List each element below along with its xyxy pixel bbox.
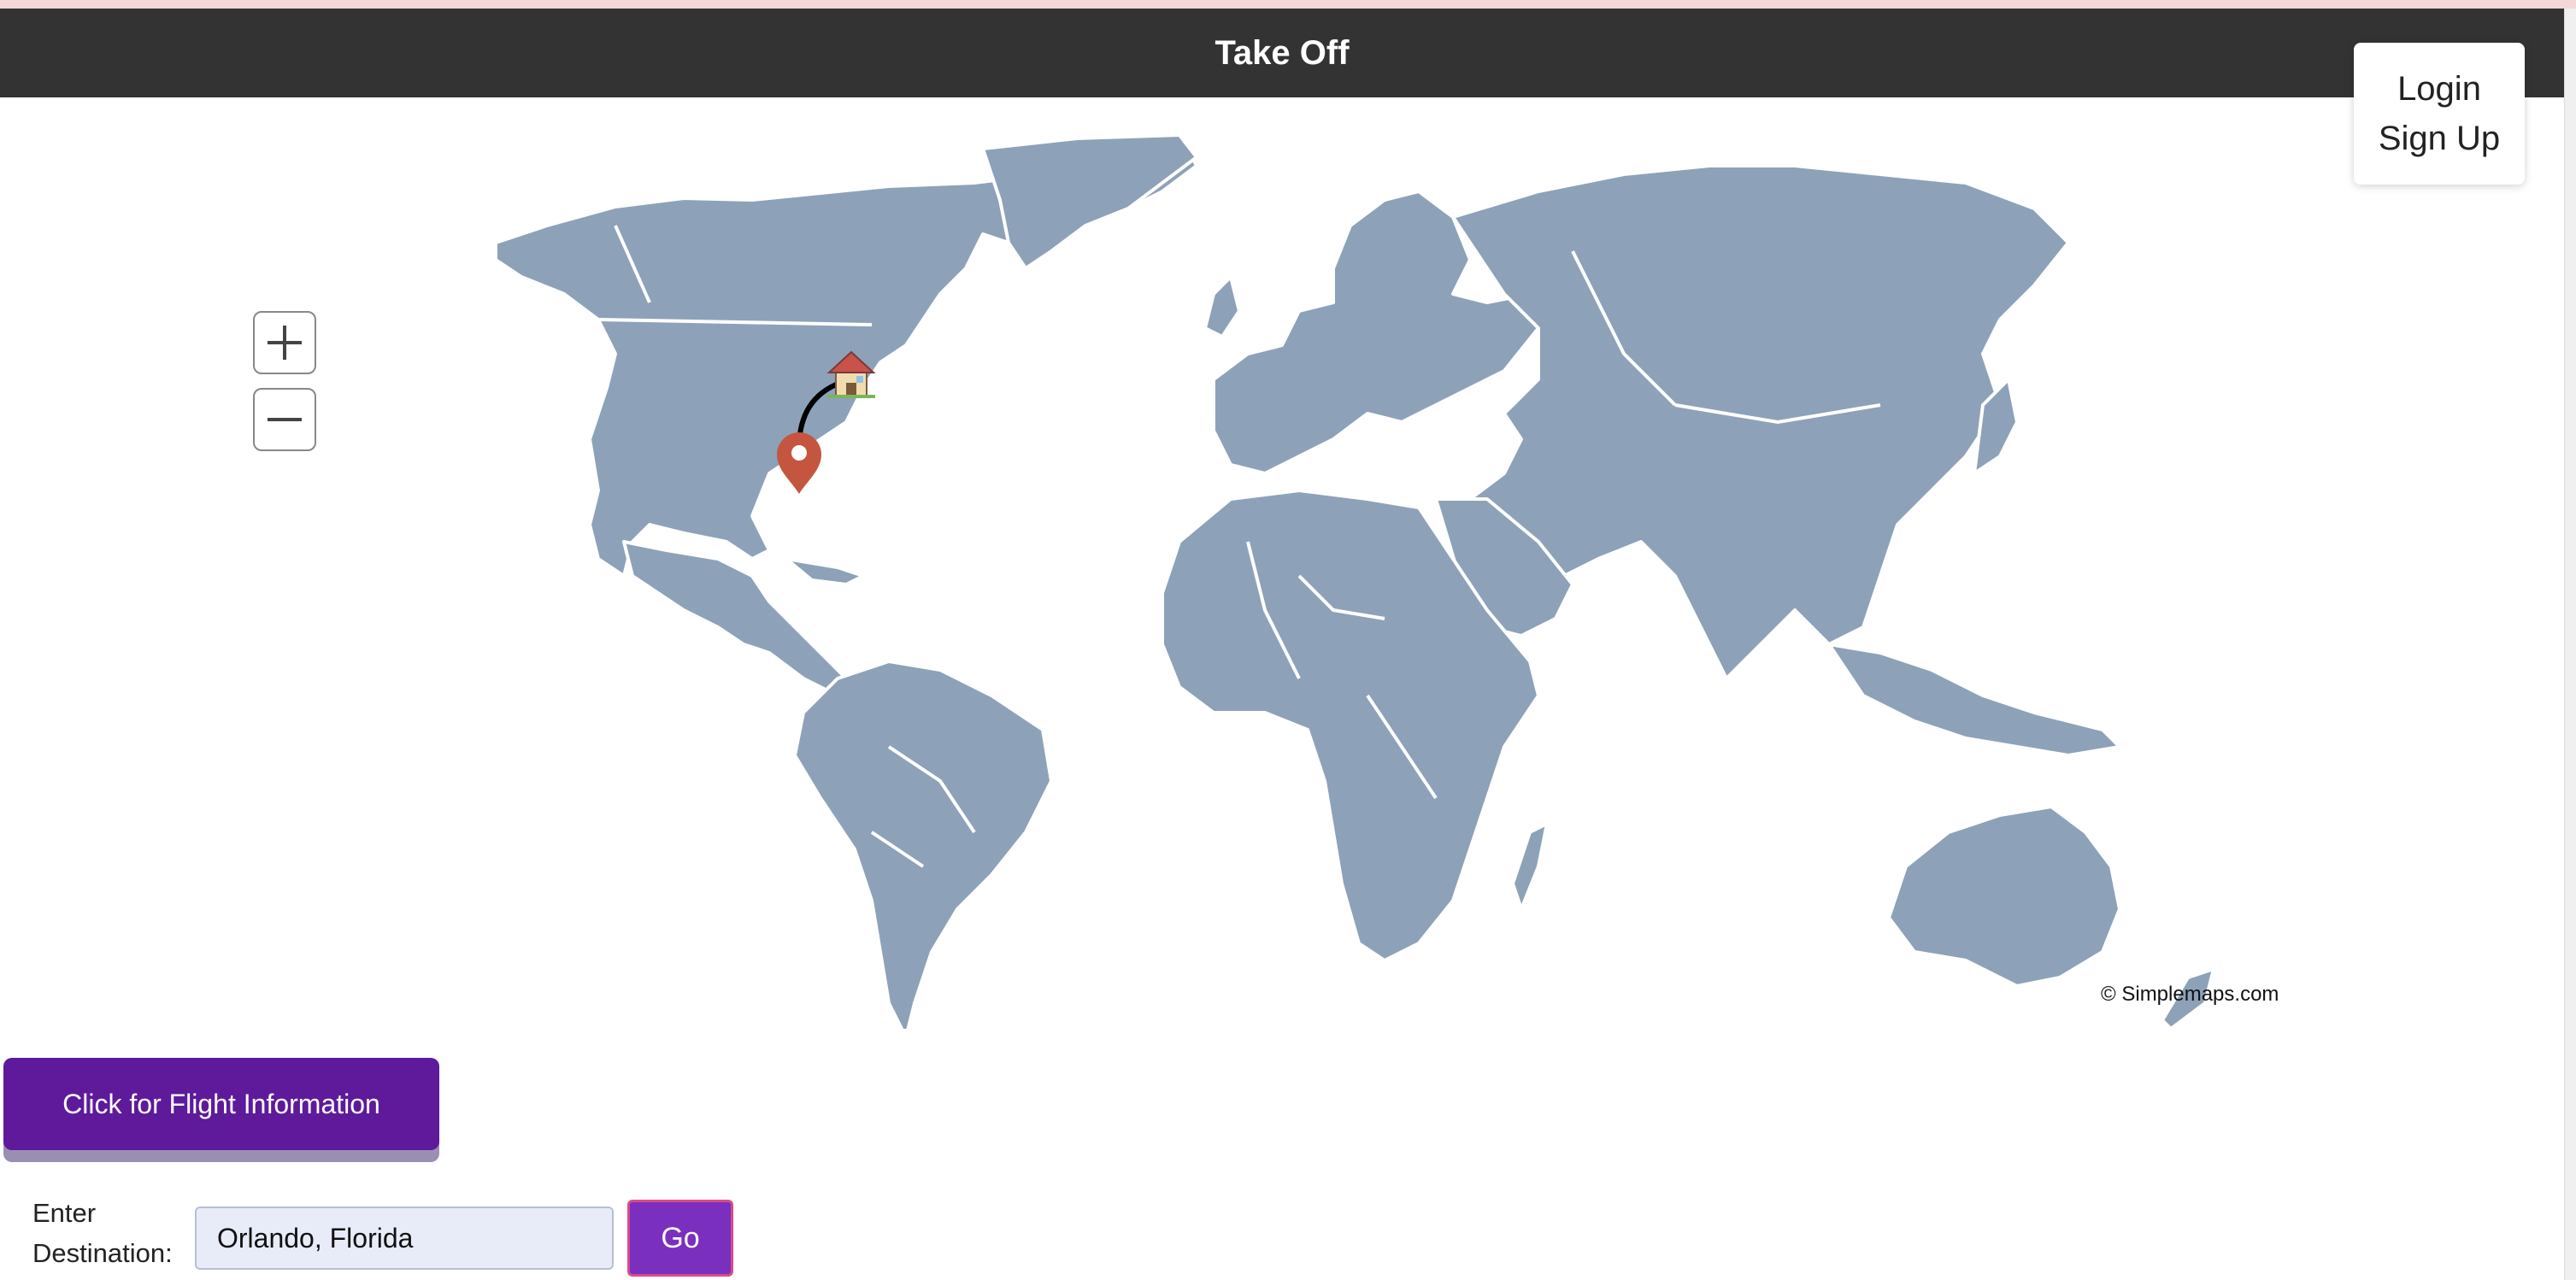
land-australia <box>1887 805 2121 988</box>
destination-pin-icon[interactable] <box>777 432 821 494</box>
destination-label-line2: Destination: <box>32 1238 173 1268</box>
zoom-in-button[interactable] <box>253 311 316 374</box>
destination-label: Enter Destination: <box>32 1193 173 1273</box>
minus-icon <box>268 418 302 421</box>
land-uk <box>1203 275 1241 338</box>
map-credit[interactable]: © Simplemaps.com <box>2101 983 2279 1007</box>
plus-icon <box>268 326 302 360</box>
land-indonesia <box>1827 643 2121 757</box>
go-button[interactable]: Go <box>627 1200 733 1277</box>
world-map[interactable] <box>0 97 2564 1029</box>
destination-label-line1: Enter <box>32 1198 97 1228</box>
app-header: Take Off <box>0 9 2564 97</box>
destination-input[interactable] <box>195 1207 614 1270</box>
world-map-svg[interactable] <box>0 97 2564 1029</box>
top-strip <box>0 0 2576 9</box>
land-greenland <box>981 133 1198 270</box>
scrollbar[interactable] <box>2564 9 2576 1280</box>
land-south-america <box>793 660 1053 1029</box>
flight-info-button[interactable]: Click for Flight Information <box>3 1058 439 1150</box>
page: Take Off Login Sign Up © Simplemaps.com … <box>0 0 2576 1280</box>
app-title: Take Off <box>1214 33 1350 72</box>
land-caribbean <box>785 557 865 586</box>
land-madagascar <box>1511 822 1549 911</box>
zoom-out-button[interactable] <box>253 388 316 451</box>
